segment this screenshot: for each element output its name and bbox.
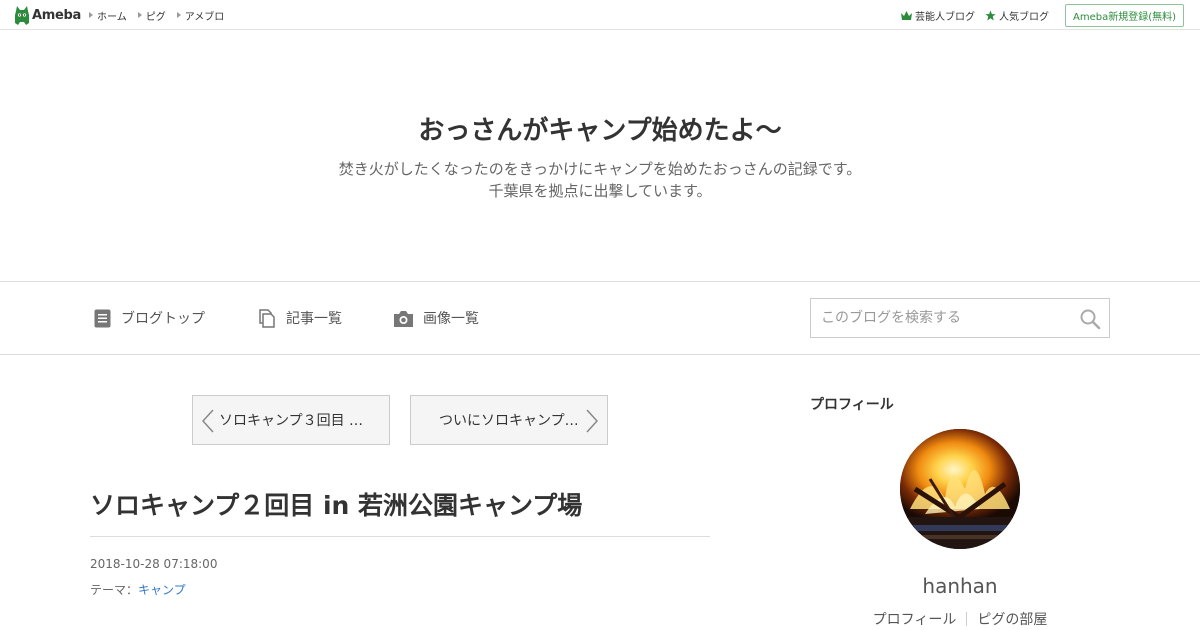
article-title[interactable]: ソロキャンプ２回目 in 若洲公園キャンプ場 xyxy=(90,486,710,522)
divider xyxy=(90,536,710,537)
blog-description-line: 焚き火がしたくなったのをきっかけにキャンプを始めたおっさんの記録です。 xyxy=(338,160,862,178)
next-article-label: ついにソロキャンプ… xyxy=(439,413,579,429)
global-nav-label: アメブロ xyxy=(184,11,225,23)
chevron-right-icon xyxy=(586,409,598,433)
global-nav-pigg[interactable]: ピグ xyxy=(137,8,166,23)
global-nav-label: ホーム xyxy=(97,11,127,23)
blog-description: 焚き火がしたくなったのをきっかけにキャンプを始めたおっさんの記録です。 千葉県を… xyxy=(0,158,1200,202)
register-button[interactable]: Ameba新規登録(無料) xyxy=(1064,3,1184,27)
pigg-room-link[interactable]: ピグの部屋 xyxy=(967,609,1057,629)
global-nav-home[interactable]: ホーム xyxy=(89,8,127,23)
nav-article-list[interactable]: 記事一覧 xyxy=(258,306,342,330)
theme-prefix: テーマ： xyxy=(90,583,139,597)
ameba-logo[interactable]: Ameba xyxy=(14,5,81,25)
camera-icon xyxy=(394,310,413,327)
nav-label: ブログトップ xyxy=(121,311,205,327)
nav-label: 画像一覧 xyxy=(423,311,479,327)
global-nav-ameblo[interactable]: アメブロ xyxy=(176,8,225,23)
profile-links: プロフィール ピグの部屋 xyxy=(810,609,1110,629)
blog-title[interactable]: おっさんがキャンプ始めたよ〜 xyxy=(0,110,1200,147)
popular-blog-link[interactable]: 人気ブログ xyxy=(985,8,1049,23)
global-header: Ameba ホーム ピグ アメブロ 芸能人ブログ 人気ブログ Ameba新規登録… xyxy=(0,0,1200,30)
prev-article-label: ソロキャンプ３回目 … xyxy=(219,413,364,429)
global-nav: ホーム ピグ アメブロ xyxy=(89,0,235,30)
campfire-photo xyxy=(900,429,1020,549)
global-nav-label: ピグ xyxy=(145,11,166,23)
profile-heading: プロフィール xyxy=(810,397,894,413)
theme-link[interactable]: キャンプ xyxy=(138,583,186,597)
crown-icon xyxy=(900,10,912,20)
logo-text: Ameba xyxy=(32,7,82,23)
celebrity-blog-link[interactable]: 芸能人ブログ xyxy=(900,8,975,23)
caret-right-icon xyxy=(176,12,181,18)
celebrity-blog-label: 芸能人ブログ xyxy=(914,11,975,23)
caret-right-icon xyxy=(137,12,142,18)
profile-name[interactable]: hanhan xyxy=(810,574,1110,598)
avatar[interactable] xyxy=(900,429,1020,549)
blog-header: おっさんがキャンプ始めたよ〜 焚き火がしたくなったのをきっかけにキャンプを始めた… xyxy=(0,30,1200,282)
profile-link[interactable]: プロフィール xyxy=(863,609,967,629)
global-right-links: 芸能人ブログ 人気ブログ Ameba新規登録(無料) xyxy=(891,0,1184,30)
prev-article-button[interactable]: ソロキャンプ３回目 … xyxy=(192,395,390,445)
article-date: 2018-10-28 07:18:00 xyxy=(90,557,218,571)
next-article-button[interactable]: ついにソロキャンプ… xyxy=(410,395,608,445)
blog-description-line: 千葉県を拠点に出撃しています。 xyxy=(488,182,712,200)
copy-icon xyxy=(259,308,275,328)
document-icon xyxy=(94,309,111,327)
nav-label: 記事一覧 xyxy=(286,311,342,327)
chevron-left-icon xyxy=(202,409,214,433)
search-icon[interactable] xyxy=(1079,308,1101,330)
nav-image-list[interactable]: 画像一覧 xyxy=(394,306,479,330)
nav-blog-top[interactable]: ブログトップ xyxy=(94,306,205,330)
blog-nav: ブログトップ 記事一覧 画像一覧 xyxy=(0,282,1200,355)
ameba-mascot-icon xyxy=(15,5,29,25)
search-input[interactable] xyxy=(811,299,1071,337)
star-icon xyxy=(985,9,996,21)
popular-blog-label: 人気ブログ xyxy=(998,11,1049,23)
blog-search xyxy=(810,298,1110,338)
caret-right-icon xyxy=(89,12,93,18)
article-theme: テーマ：キャンプ xyxy=(90,581,186,598)
